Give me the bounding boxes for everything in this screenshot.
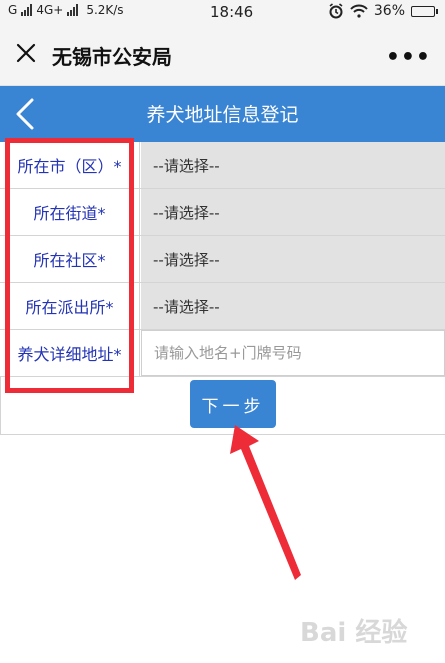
- network-speed: 5.2K/s: [86, 3, 124, 17]
- app-header: 养犬地址信息登记: [0, 86, 445, 142]
- field-label-city: 所在市（区）*: [0, 142, 140, 188]
- form-row-address: 养犬详细地址*: [0, 330, 445, 377]
- signal-icon: [21, 4, 33, 16]
- status-bar: G 4G+ 5.2K/s 18:46 36%: [0, 0, 445, 24]
- form-row-community: 所在社区* --请选择--: [0, 236, 445, 283]
- close-icon[interactable]: [14, 41, 38, 65]
- community-select[interactable]: --请选择--: [141, 236, 445, 282]
- address-field-wrapper: [141, 330, 445, 376]
- next-step-button[interactable]: 下一步: [190, 380, 276, 428]
- field-label-address: 养犬详细地址*: [0, 330, 140, 376]
- carrier-label: G: [8, 3, 18, 17]
- annotation-arrow-icon: [230, 425, 301, 580]
- watermark-logo: Bai 经验: [300, 618, 408, 648]
- button-row: 下一步: [0, 377, 445, 435]
- registration-form: 所在市（区）* --请选择-- 所在街道* --请选择-- 所在社区* --请选…: [0, 142, 445, 435]
- wechat-page-title: 无锡市公安局: [52, 45, 172, 69]
- form-row-street: 所在街道* --请选择--: [0, 189, 445, 236]
- signal-icon-2: [67, 4, 79, 16]
- wechat-title-bar: 无锡市公安局 •••: [0, 24, 445, 86]
- status-left: G 4G+ 5.2K/s: [8, 3, 124, 17]
- street-select[interactable]: --请选择--: [141, 189, 445, 235]
- page-title: 养犬地址信息登记: [146, 104, 299, 126]
- city-select[interactable]: --请选择--: [141, 142, 445, 188]
- police-station-select[interactable]: --请选择--: [141, 283, 445, 329]
- more-icon[interactable]: •••: [386, 45, 431, 70]
- field-label-street: 所在街道*: [0, 189, 140, 235]
- form-row-police-station: 所在派出所* --请选择--: [0, 283, 445, 330]
- wifi-icon: [350, 4, 368, 18]
- field-label-community: 所在社区*: [0, 236, 140, 282]
- alarm-icon: [329, 3, 343, 19]
- field-label-police-station: 所在派出所*: [0, 283, 140, 329]
- status-right: 36%: [328, 3, 438, 19]
- battery-percent: 36%: [373, 3, 405, 19]
- status-time: 18:46: [210, 3, 254, 21]
- battery-icon: [411, 5, 438, 17]
- address-input[interactable]: [154, 344, 444, 362]
- form-row-city: 所在市（区）* --请选择--: [0, 142, 445, 189]
- network-label: 4G+: [36, 3, 64, 17]
